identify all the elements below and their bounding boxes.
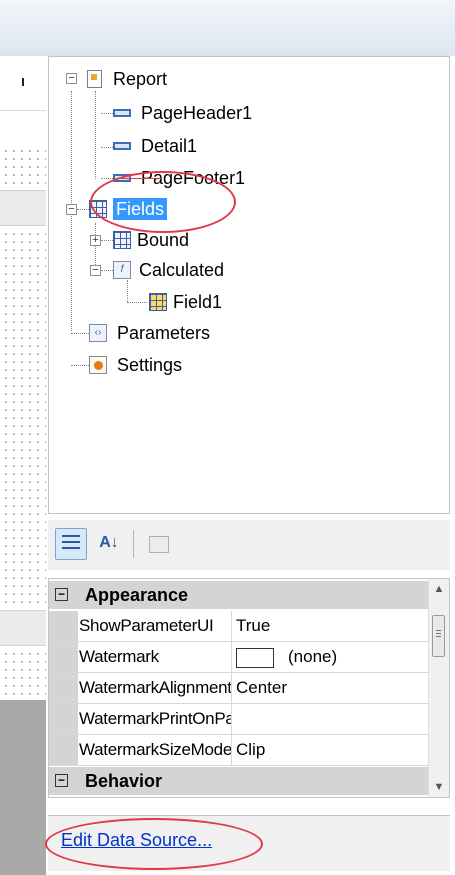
tree-connector xyxy=(127,302,147,303)
row-gutter xyxy=(49,642,78,672)
tree-node-label: Bound xyxy=(137,230,190,250)
property-value-watermark[interactable]: (none) xyxy=(236,642,337,672)
top-toolbar-band xyxy=(0,0,455,56)
tree-node-label: Report xyxy=(113,69,168,89)
property-value: (none) xyxy=(288,647,338,666)
tree-connector xyxy=(71,365,91,366)
color-swatch xyxy=(236,647,274,668)
scroll-thumb[interactable] xyxy=(432,615,445,657)
property-row[interactable]: ShowParameterUI True xyxy=(49,611,429,642)
ruler-tick xyxy=(22,78,24,86)
property-row[interactable]: WatermarkAlignment Center xyxy=(49,673,429,704)
design-surface-background xyxy=(0,700,46,875)
bound-fields-icon xyxy=(113,231,131,249)
expand-collapse-toggle[interactable]: − xyxy=(90,265,101,276)
scroll-down-arrow-icon[interactable]: ▼ xyxy=(429,777,449,797)
category-label: Behavior xyxy=(85,771,163,791)
property-value[interactable]: Center xyxy=(236,673,287,703)
tree-connector xyxy=(101,147,113,148)
design-grid-area[interactable] xyxy=(0,228,46,608)
category-label: Appearance xyxy=(85,585,189,605)
design-ruler xyxy=(0,56,46,111)
report-icon xyxy=(87,70,102,88)
row-gutter xyxy=(49,735,78,765)
property-grid[interactable]: − Appearance ShowParameterUI True Waterm… xyxy=(48,578,450,798)
property-row[interactable]: WatermarkSizeMode Clip xyxy=(49,735,429,766)
property-pages-button[interactable] xyxy=(143,528,175,560)
tree-connector xyxy=(77,209,89,210)
tree-node-label: Field1 xyxy=(173,292,223,312)
tree-node-label: Fields xyxy=(113,198,168,220)
toolbar-separator xyxy=(133,530,134,558)
settings-icon xyxy=(89,356,107,374)
tree-node-label: Calculated xyxy=(139,260,225,280)
alphabetical-sort-icon: A↓ xyxy=(99,534,119,551)
categorized-button[interactable] xyxy=(55,528,87,560)
collapse-icon[interactable]: − xyxy=(55,774,68,787)
property-row[interactable]: Watermark (none) xyxy=(49,642,429,673)
alphabetical-button[interactable]: A↓ xyxy=(93,528,125,560)
property-name: WatermarkSizeMode xyxy=(79,735,232,765)
category-appearance[interactable]: − Appearance xyxy=(49,581,429,609)
tree-connector xyxy=(101,113,113,114)
collapse-icon[interactable]: − xyxy=(55,588,68,601)
property-grid-toolbar: A↓ xyxy=(48,520,450,570)
property-value[interactable]: True xyxy=(236,611,270,641)
tree-connector xyxy=(101,270,113,271)
property-name: WatermarkPrintOnPages xyxy=(79,704,232,734)
design-grid-area[interactable] xyxy=(0,145,46,187)
tree-connector xyxy=(101,178,113,179)
design-grid-area[interactable] xyxy=(0,648,46,698)
band-icon xyxy=(113,109,131,117)
row-gutter xyxy=(49,673,78,703)
category-behavior[interactable]: − Behavior xyxy=(49,767,429,795)
tree-node-label: Settings xyxy=(117,355,183,375)
design-band-header[interactable] xyxy=(0,190,46,226)
scroll-up-arrow-icon[interactable]: ▲ xyxy=(429,579,449,599)
tree-connector xyxy=(127,280,128,302)
field-icon xyxy=(149,293,167,311)
expand-collapse-toggle[interactable]: − xyxy=(66,204,77,215)
property-name: ShowParameterUI xyxy=(79,611,232,641)
fields-icon xyxy=(89,200,107,218)
calculated-fields-icon: f xyxy=(113,261,131,279)
row-gutter xyxy=(49,611,78,641)
tree-connector xyxy=(95,91,96,179)
tree-node-label: Parameters xyxy=(117,323,211,343)
property-name: Watermark xyxy=(79,642,232,672)
tree-connector xyxy=(101,240,113,241)
expand-collapse-toggle[interactable]: + xyxy=(90,235,101,246)
tree-connector xyxy=(71,333,91,334)
edit-data-source-link[interactable]: Edit Data Source... xyxy=(61,830,212,851)
tree-node-label: Detail1 xyxy=(141,136,198,156)
parameters-icon: ‹› xyxy=(89,324,107,342)
commands-panel: Edit Data Source... xyxy=(48,815,450,871)
vertical-scrollbar[interactable]: ▲ ▼ xyxy=(428,579,449,797)
property-row[interactable]: WatermarkPrintOnPages xyxy=(49,704,429,735)
band-icon xyxy=(113,142,131,150)
report-explorer-tree[interactable]: − Report PageHeader1 Detail1 PageFooter1… xyxy=(48,56,450,514)
design-band-header[interactable] xyxy=(0,610,46,646)
property-name: WatermarkAlignment xyxy=(79,673,232,703)
annotation-mark xyxy=(121,178,161,179)
tree-node-label: PageHeader1 xyxy=(141,103,253,123)
row-gutter xyxy=(49,704,78,734)
expand-collapse-toggle[interactable]: − xyxy=(66,73,77,84)
property-value[interactable]: Clip xyxy=(236,735,265,765)
